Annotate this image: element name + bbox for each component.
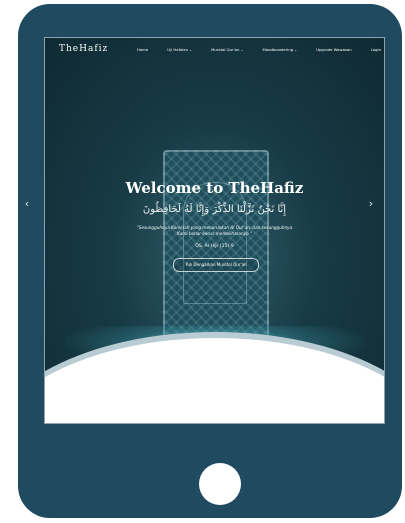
nav-item-label: Login (370, 47, 381, 52)
nav-item-upgrade-wawasan[interactable]: Upgrade Wawasan (316, 47, 351, 52)
nav-item-label: Murotal Qur'an (211, 47, 240, 52)
chevron-down-icon: ⌄ (189, 47, 193, 52)
nav-item-label: Uji Hafalan (167, 47, 189, 52)
nav-item-login[interactable]: Login (371, 47, 381, 52)
nav-menu: Home Uji Hafalan ⌄ Murotal Qur'an ⌄ Mood… (137, 47, 381, 52)
tablet-home-button[interactable] (199, 463, 241, 505)
arabic-verse: إِنَّا نَحْنُ نَزَّلْنَا الذِّكْرَ وَإِن… (142, 204, 287, 215)
chevron-down-icon: ⌄ (240, 47, 244, 52)
verse-reference: QS. Al Hijr (15):9 (195, 244, 234, 249)
listen-murotal-button[interactable]: Yuk Dengarkan Murotal Qur'an (173, 258, 259, 272)
chevron-down-icon: ⌄ (294, 47, 298, 52)
nav-item-uji-hafalan[interactable]: Uji Hafalan ⌄ (167, 47, 192, 52)
nav-item-home[interactable]: Home (137, 47, 148, 52)
nav-item-label: Home (137, 47, 149, 52)
nav-item-label: Moodbooster​ing (262, 47, 294, 52)
tablet-screen: TheHafiz Home Uji Hafalan ⌄ Murotal Qur'… (44, 37, 385, 424)
carousel-next-arrow-icon[interactable]: › (366, 198, 376, 210)
navbar: TheHafiz Home Uji Hafalan ⌄ Murotal Qur'… (45, 38, 384, 64)
hero-section: TheHafiz Home Uji Hafalan ⌄ Murotal Qur'… (45, 38, 384, 390)
nav-item-murotal-quran[interactable]: Murotal Qur'an ⌄ (211, 47, 243, 52)
carousel-prev-arrow-icon[interactable]: ‹ (22, 198, 32, 210)
nav-item-label: Upgrade Wawasan (316, 47, 352, 52)
hero-title: Welcome to TheHafiz (125, 179, 304, 197)
verse-translation: "Sesungguhnya Kami-lah yang menurunkan A… (136, 225, 293, 236)
nav-item-moodboostering[interactable]: Moodbooster​ing ⌄ (263, 47, 298, 52)
site-logo[interactable]: TheHafiz (59, 44, 108, 54)
